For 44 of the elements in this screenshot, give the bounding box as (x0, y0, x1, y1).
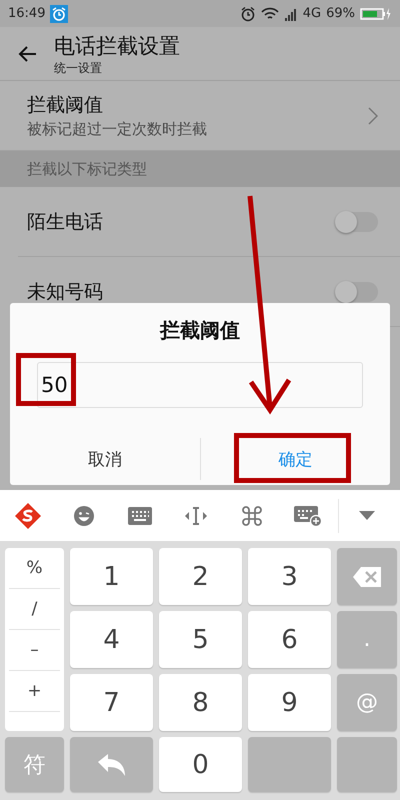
toggle-switch[interactable] (336, 212, 378, 232)
digit-key[interactable]: 3 (248, 548, 331, 605)
symbol-key[interactable]: – (9, 630, 60, 671)
digit-key[interactable]: 8 (159, 674, 242, 731)
command-icon (242, 506, 262, 526)
symbol-key[interactable]: % (9, 548, 60, 589)
page-title: 电话拦截设置 (54, 32, 180, 60)
page-subtitle: 统一设置 (54, 60, 103, 76)
chevron-icon (368, 106, 378, 124)
undo-arrow-icon (98, 754, 126, 776)
keyboard-add-icon (294, 504, 322, 526)
input-field[interactable]: 50 (37, 362, 363, 408)
digit-key[interactable]: 7 (70, 674, 153, 731)
status-time: 16:49 (8, 6, 46, 21)
cancel-button[interactable]: 取消 (10, 438, 200, 480)
digit-key[interactable]: 5 (159, 611, 242, 668)
triangle-down-icon (359, 510, 375, 520)
setting-title: 未知号码 (27, 280, 104, 304)
alarm-clock-icon (240, 6, 256, 22)
digit-key[interactable]: 2 (159, 548, 242, 605)
symbol-key[interactable]: / (9, 589, 60, 630)
cursor-icon (184, 506, 208, 526)
digit-key[interactable]: 4 (70, 611, 153, 668)
dialog-title: 拦截阈值 (160, 317, 240, 344)
emoji-icon (73, 504, 95, 526)
setting-title: 拦截阈值 (27, 93, 104, 118)
setting-title: 陌生电话 (27, 210, 104, 234)
backspace-icon (353, 566, 381, 586)
symbol-key[interactable]: + (9, 671, 60, 712)
network-type: 4G (302, 6, 322, 21)
digit-key[interactable]: 9 (248, 674, 331, 731)
battery-percent: 69% (326, 6, 355, 21)
toggle-switch[interactable] (336, 282, 378, 302)
wifi-icon (260, 6, 279, 20)
digit-key[interactable]: 1 (70, 548, 153, 605)
battery-icon (360, 6, 392, 20)
digit-key[interactable]: 6 (248, 611, 331, 668)
keyboard-icon (128, 506, 152, 524)
section-header: 拦截以下标记类型 (0, 151, 400, 187)
alarm-app-icon (50, 4, 68, 22)
setting-description: 被标记超过一定次数时拦截 (27, 120, 208, 139)
digit-key[interactable]: 0 (159, 737, 242, 792)
input-method-logo-icon (14, 502, 42, 530)
signal-icon (284, 6, 298, 20)
